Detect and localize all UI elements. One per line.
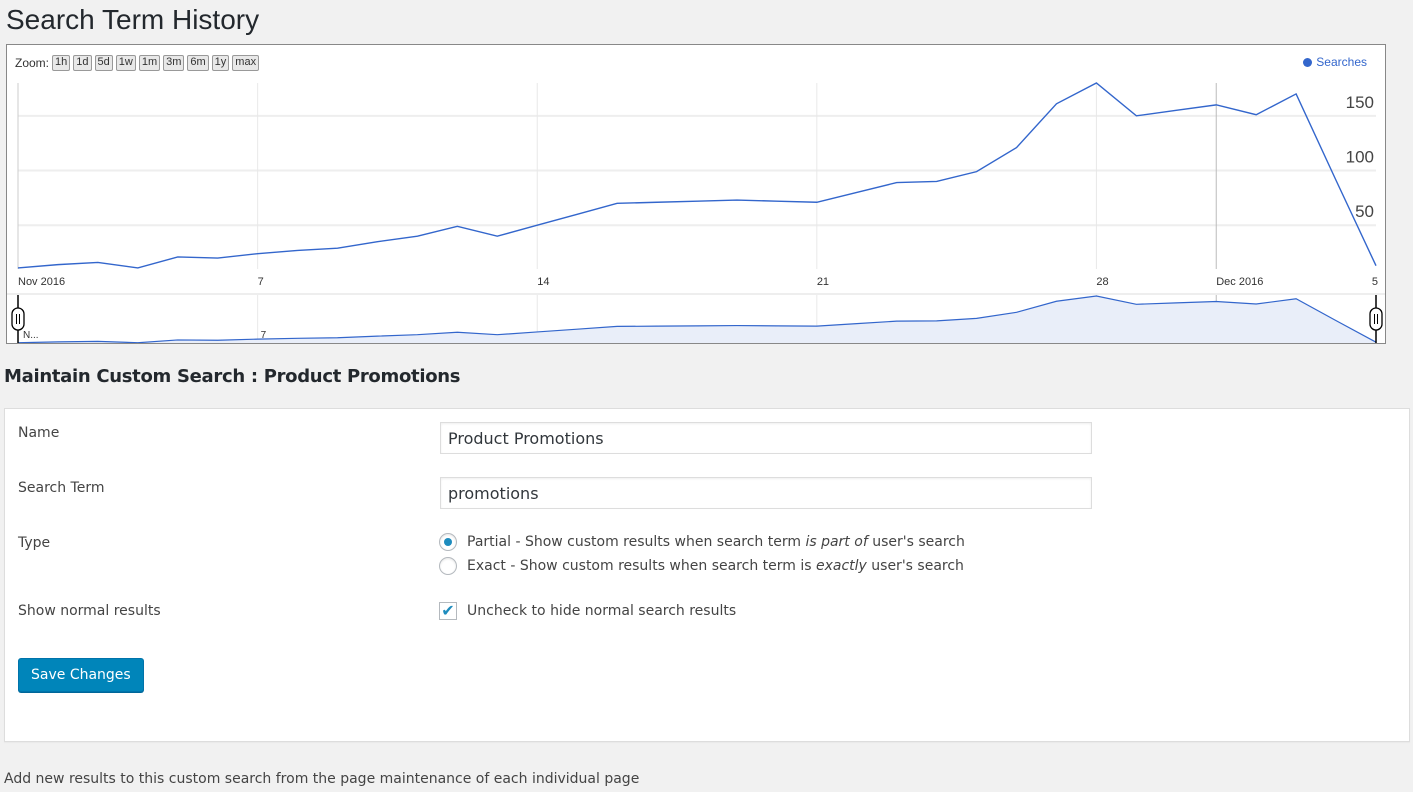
- x-tick-label: Nov 2016: [18, 276, 65, 288]
- section-heading: Maintain Custom Search : Product Promoti…: [4, 366, 461, 387]
- search-history-chart: 50100150Nov 201677141421212828Dec 2016De…: [6, 44, 1386, 344]
- footer-note: Add new results to this custom search fr…: [4, 771, 640, 787]
- x-tick-label: 5: [1372, 276, 1378, 288]
- partial-label: Partial - Show custom results when searc…: [467, 534, 965, 550]
- zoom-1d-button[interactable]: 1d: [73, 55, 92, 71]
- custom-search-form: Name Search Term Type Partial - Show cus…: [4, 408, 1410, 742]
- checkmark-icon: ✔: [441, 601, 455, 620]
- y-tick-label: 100: [1346, 148, 1374, 167]
- exact-text-end: user's search: [866, 558, 964, 574]
- show-normal-text: Uncheck to hide normal search results: [467, 603, 737, 619]
- zoom-1y-button[interactable]: 1y: [211, 55, 230, 71]
- chart-canvas: 50100150Nov 201677141421212828Dec 2016De…: [7, 82, 1385, 343]
- x-tick-label: 14: [537, 276, 549, 288]
- zoom-3m-button[interactable]: 3m: [163, 55, 185, 71]
- partial-emphasis: is part of: [805, 534, 868, 550]
- zoom-max-button[interactable]: max: [232, 55, 260, 71]
- partial-text-end: user's search: [867, 534, 965, 550]
- zoom-1w-button[interactable]: 1w: [115, 55, 136, 71]
- exact-radio[interactable]: [439, 557, 457, 575]
- zoom-label: Zoom:: [15, 56, 50, 70]
- right-range-handle[interactable]: [1369, 307, 1383, 331]
- zoom-1h-button[interactable]: 1h: [52, 55, 71, 71]
- x-tick-label: 7: [258, 276, 264, 288]
- y-tick-label: 150: [1346, 93, 1374, 112]
- search-term-label: Search Term: [18, 480, 105, 496]
- zoom-6m-button[interactable]: 6m: [187, 55, 209, 71]
- zoom-controls: Zoom: 1h 1d 5d 1w 1m 3m 6m 1y max: [15, 55, 260, 71]
- zoom-1m-button[interactable]: 1m: [138, 55, 161, 71]
- show-normal-label: Show normal results: [18, 603, 161, 619]
- x-tick-label: 28: [1096, 276, 1108, 288]
- search-term-input[interactable]: [440, 477, 1092, 509]
- page-title: Search Term History: [6, 4, 260, 35]
- show-normal-checkbox[interactable]: ✔: [439, 602, 457, 620]
- x-tick-label: 21: [817, 276, 829, 288]
- save-changes-button[interactable]: Save Changes: [18, 658, 144, 692]
- nav-tick-label: N...: [23, 330, 39, 341]
- legend-dot-icon: [1303, 57, 1313, 67]
- zoom-5d-button[interactable]: 5d: [94, 55, 113, 71]
- partial-radio[interactable]: [439, 533, 457, 551]
- type-label: Type: [18, 535, 51, 551]
- type-exact-option[interactable]: Exact - Show custom results when search …: [439, 557, 964, 575]
- name-input[interactable]: [440, 422, 1092, 454]
- exact-text: Exact - Show custom results when search …: [467, 558, 816, 574]
- legend-label: Searches: [1316, 55, 1367, 69]
- left-range-handle[interactable]: [11, 307, 25, 331]
- y-tick-label: 50: [1355, 202, 1374, 221]
- chart-legend[interactable]: Searches: [1303, 55, 1367, 69]
- type-partial-option[interactable]: Partial - Show custom results when searc…: [439, 533, 965, 551]
- exact-emphasis: exactly: [815, 558, 867, 574]
- x-tick-label: Dec 2016: [1216, 276, 1263, 288]
- name-label: Name: [18, 425, 60, 441]
- partial-text: Partial - Show custom results when searc…: [467, 534, 806, 550]
- exact-label: Exact - Show custom results when search …: [467, 558, 964, 574]
- searches-line: [17, 82, 1377, 269]
- show-normal-option[interactable]: ✔ Uncheck to hide normal search results: [439, 602, 736, 620]
